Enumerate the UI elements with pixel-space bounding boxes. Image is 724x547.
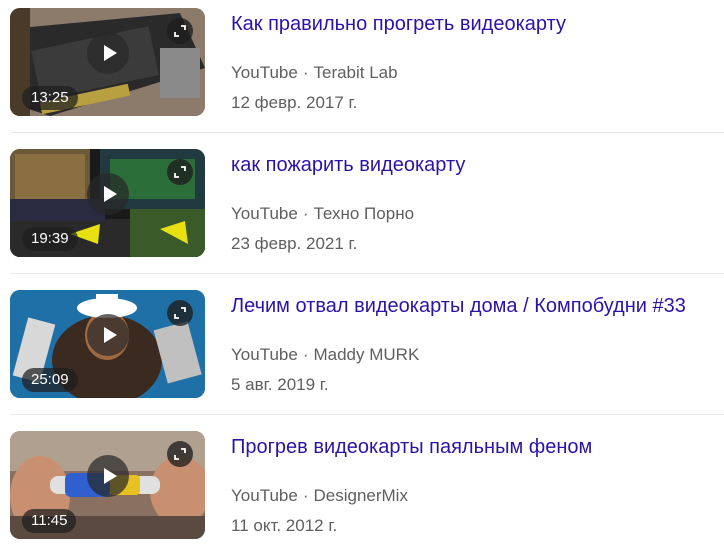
video-platform: YouTube [231,486,298,505]
expand-icon [174,166,186,178]
video-date: 5 авг. 2019 г. [231,375,329,394]
video-result: 19:39 как пожарить видеокарту YouTube · Те… [0,149,724,279]
play-button[interactable] [87,314,129,356]
video-result: 13:25 Как правильно прогреть видеокарту … [0,8,724,138]
video-platform: YouTube [231,63,298,82]
source-separator: · [302,204,309,223]
video-date: 23 февр. 2021 г. [231,234,358,253]
play-button[interactable] [87,173,129,215]
video-result: 11:45 Прогрев видеокарты паяльным феном … [0,431,724,547]
video-thumbnail[interactable]: 19:39 [10,149,205,257]
play-icon [104,45,117,61]
video-source: YouTube · Техно Порно [231,204,414,224]
play-icon [104,186,117,202]
video-results-list: 13:25 Как правильно прогреть видеокарту … [0,0,724,547]
result-divider [10,273,724,274]
video-duration: 25:09 [22,368,78,392]
video-platform: YouTube [231,345,298,364]
video-thumbnail[interactable]: 13:25 [10,8,205,116]
source-separator: · [302,345,309,364]
video-duration: 19:39 [22,227,78,251]
video-channel: DesignerMix [313,486,408,505]
play-icon [104,327,117,343]
expand-button[interactable] [167,18,193,44]
video-result: 25:09 Лечим отвал видеокарты дома / Комп… [0,290,724,420]
video-source: YouTube · Maddy MURK [231,345,419,365]
video-title-link[interactable]: Прогрев видеокарты паяльным феном [231,434,592,460]
video-date: 12 февр. 2017 г. [231,93,358,112]
expand-button[interactable] [167,300,193,326]
result-divider [10,414,724,415]
video-thumbnail[interactable]: 25:09 [10,290,205,398]
video-duration: 13:25 [22,86,78,110]
expand-button[interactable] [167,441,193,467]
expand-icon [174,25,186,37]
video-channel: Maddy MURK [313,345,420,364]
expand-icon [174,448,186,460]
result-divider [10,132,724,133]
expand-icon [174,307,186,319]
video-duration: 11:45 [22,509,77,533]
play-icon [104,468,117,484]
play-button[interactable] [87,32,129,74]
video-source: YouTube · Terabit Lab [231,63,398,83]
video-source: YouTube · DesignerMix [231,486,408,506]
video-channel: Terabit Lab [313,63,398,82]
source-separator: · [302,486,309,505]
video-title-link[interactable]: Как правильно прогреть видеокарту [231,11,566,37]
video-platform: YouTube [231,204,298,223]
video-title-link[interactable]: Лечим отвал видеокарты дома / Компобудни… [231,293,686,319]
video-date: 11 окт. 2012 г. [231,516,338,535]
expand-button[interactable] [167,159,193,185]
video-title-link[interactable]: как пожарить видеокарту [231,152,465,178]
video-thumbnail[interactable]: 11:45 [10,431,205,539]
play-button[interactable] [87,455,129,497]
video-channel: Техно Порно [313,204,415,223]
source-separator: · [302,63,309,82]
